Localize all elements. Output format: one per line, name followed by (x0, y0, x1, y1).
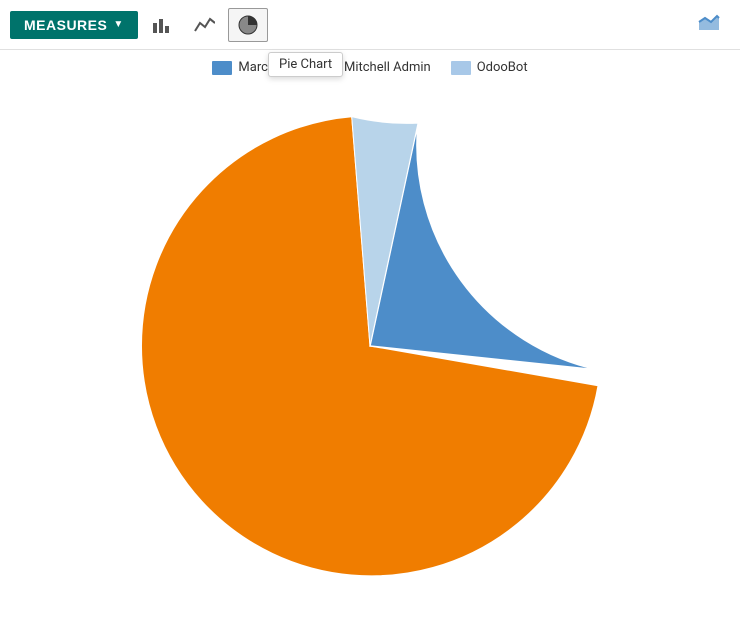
bar-chart-button[interactable] (142, 9, 180, 41)
measures-button[interactable]: MEASURES ▼ (10, 11, 138, 39)
bar-chart-icon (151, 15, 171, 35)
legend-color-odoobot (451, 61, 471, 75)
legend-color-marc (212, 61, 232, 75)
legend-item-marc: Marc Dem (212, 60, 298, 75)
pie-chart-svg (110, 91, 630, 581)
legend-item-odoobot: OdooBot (451, 60, 528, 75)
measures-arrow: ▼ (113, 19, 123, 30)
legend-label-marc: Marc Dem (238, 60, 298, 75)
measures-label: MEASURES (24, 17, 107, 33)
legend-color-mitchell (318, 61, 338, 75)
area-chart-button[interactable] (688, 6, 730, 43)
line-chart-button[interactable] (184, 9, 224, 41)
pie-chart-button[interactable] (228, 8, 268, 42)
chart-legend: Marc Dem Mitchell Admin OdooBot (0, 50, 740, 81)
line-chart-icon (193, 15, 215, 35)
legend-item-mitchell: Mitchell Admin (318, 60, 431, 75)
legend-label-mitchell: Mitchell Admin (344, 60, 431, 75)
legend-label-odoobot: OdooBot (477, 60, 528, 75)
area-chart-icon (697, 12, 721, 32)
chart-container (0, 81, 740, 591)
pie-chart-icon (237, 14, 259, 36)
toolbar: MEASURES ▼ Pie Chart (0, 0, 740, 50)
